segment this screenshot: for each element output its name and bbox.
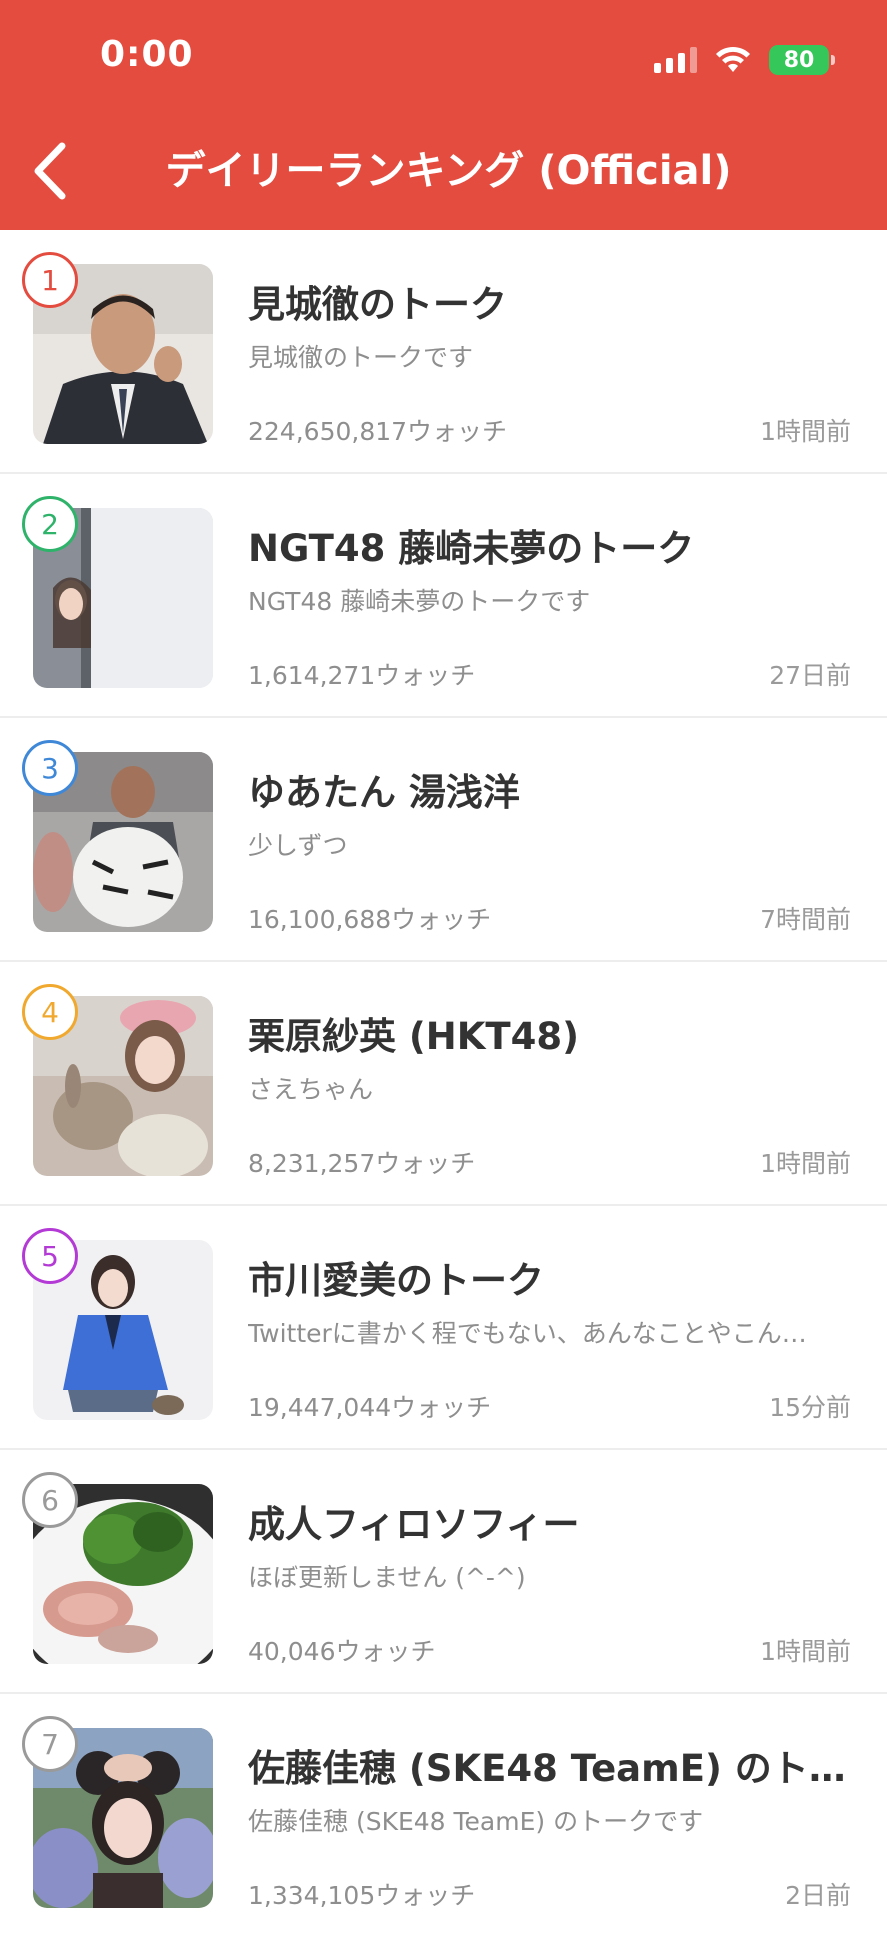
list-item[interactable]: 5 市川愛美のトーク Twitterに書かく程でもない、あんなことやこん… 19…: [0, 1206, 887, 1450]
talk-title: 見城徹のトーク: [248, 283, 507, 326]
updated-time: 1時間前: [760, 1637, 851, 1666]
watch-label: ウォッチ: [375, 661, 476, 690]
updated-time: 1時間前: [760, 1149, 851, 1178]
talk-description: Twitterに書かく程でもない、あんなことやこん…: [248, 1319, 807, 1348]
battery-icon: 80: [769, 45, 835, 75]
rank-badge: 4: [22, 984, 78, 1040]
signal-icon: [654, 47, 697, 73]
talk-title: 市川愛美のトーク: [248, 1259, 544, 1302]
watch-number: 224,650,817: [248, 417, 408, 446]
watch-count: 1,334,105ウォッチ: [248, 1876, 475, 1912]
app-header: 0:00 80 デイリーランキング (Official): [0, 0, 887, 230]
list-item[interactable]: 2 NGT48 藤崎未夢のトーク NGT48 藤崎未夢のトークです 1,614,…: [0, 474, 887, 718]
updated-time: 1時間前: [760, 417, 851, 446]
rank-badge: 2: [22, 496, 78, 552]
watch-number: 8,231,257: [248, 1149, 376, 1178]
talk-description: 佐藤佳穂 (SKE48 TeamE) のトークです: [248, 1807, 704, 1836]
page-title: デイリーランキング (Official): [165, 148, 732, 194]
watch-label: ウォッチ: [391, 905, 492, 934]
talk-description: 少しずつ: [248, 831, 348, 860]
list-item[interactable]: 7 佐藤佳穂 (SKE48 TeamE) のト… 佐藤佳穂 (SKE48 Tea…: [0, 1694, 887, 1938]
watch-count: 40,046ウォッチ: [248, 1632, 436, 1668]
watch-number: 1,614,271: [248, 661, 376, 690]
watch-label: ウォッチ: [375, 1149, 476, 1178]
watch-count: 1,614,271ウォッチ: [248, 656, 475, 692]
rank-badge: 5: [22, 1228, 78, 1284]
list-item[interactable]: 6 成人フィロソフィー ほぼ更新しません (^-^) 40,046ウォッチ 1時…: [0, 1450, 887, 1694]
status-time: 0:00: [100, 34, 194, 75]
watch-count: 16,100,688ウォッチ: [248, 900, 491, 936]
watch-number: 40,046: [248, 1637, 336, 1666]
updated-time: 27日前: [769, 661, 851, 690]
updated-time: 15分前: [769, 1393, 851, 1422]
wifi-icon: [716, 46, 750, 72]
talk-description: さえちゃん: [248, 1075, 374, 1104]
talk-title: ゆあたん 湯浅洋: [248, 771, 520, 814]
talk-description: NGT48 藤崎未夢のトークです: [248, 587, 591, 616]
rank-badge: 6: [22, 1472, 78, 1528]
watch-count: 8,231,257ウォッチ: [248, 1144, 475, 1180]
talk-description: ほぼ更新しません (^-^): [248, 1563, 526, 1592]
status-icons: 80: [654, 42, 835, 78]
rank-badge: 3: [22, 740, 78, 796]
watch-count: 224,650,817ウォッチ: [248, 412, 507, 448]
watch-label: ウォッチ: [335, 1637, 436, 1666]
watch-number: 16,100,688: [248, 905, 392, 934]
updated-time: 2日前: [785, 1881, 851, 1910]
battery-level: 80: [783, 47, 815, 73]
watch-label: ウォッチ: [407, 417, 508, 446]
watch-count: 19,447,044ウォッチ: [248, 1388, 491, 1424]
watch-label: ウォッチ: [375, 1881, 476, 1910]
ranking-list: 1 見城徹のトーク 見城徹のトークです 224,650,817ウォッチ 1時間前…: [0, 230, 887, 1938]
list-item[interactable]: 4 栗原紗英 (HKT48) さえちゃん 8,231,257ウォッチ 1時間前: [0, 962, 887, 1206]
talk-title: 佐藤佳穂 (SKE48 TeamE) のト…: [248, 1747, 846, 1790]
talk-title: 栗原紗英 (HKT48): [248, 1015, 580, 1058]
watch-number: 1,334,105: [248, 1881, 376, 1910]
list-item[interactable]: 1 見城徹のトーク 見城徹のトークです 224,650,817ウォッチ 1時間前: [0, 230, 887, 474]
updated-time: 7時間前: [760, 905, 851, 934]
talk-description: 見城徹のトークです: [248, 343, 474, 372]
rank-badge: 1: [22, 252, 78, 308]
list-item[interactable]: 3 ゆあたん 湯浅洋 少しずつ 16,100,688ウォッチ 7時間前: [0, 718, 887, 962]
watch-label: ウォッチ: [391, 1393, 492, 1422]
rank-badge: 7: [22, 1716, 78, 1772]
talk-title: NGT48 藤崎未夢のトーク: [248, 527, 695, 570]
watch-number: 19,447,044: [248, 1393, 392, 1422]
talk-title: 成人フィロソフィー: [248, 1503, 580, 1546]
